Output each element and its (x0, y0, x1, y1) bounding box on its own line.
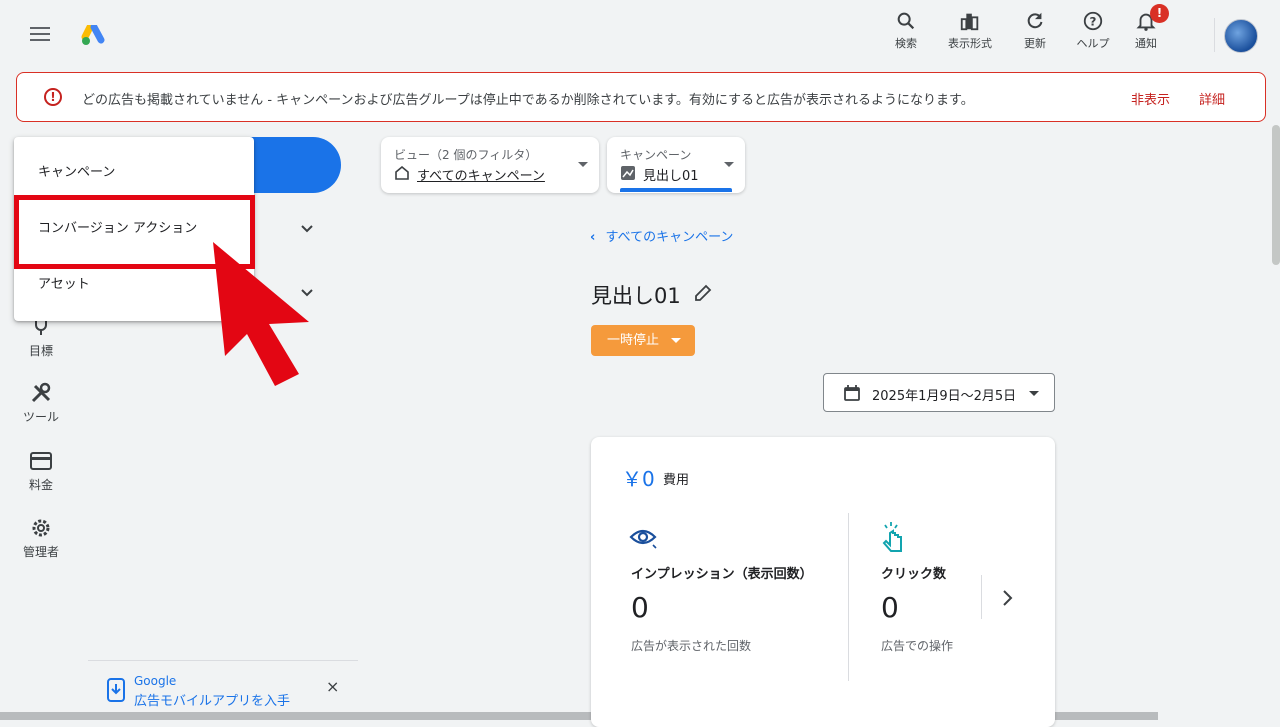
back-to-campaigns-link[interactable]: ‹ すべてのキャンペーン (590, 226, 733, 245)
notifications-label: 通知 (1135, 37, 1157, 50)
dropdown-caret-icon (578, 162, 588, 167)
view-filter-chip[interactable]: ビュー（2 個のフィルタ） すべてのキャンペーン (381, 137, 599, 193)
active-indicator (620, 188, 732, 192)
view-filter-label: ビュー（2 個のフィルタ） (394, 148, 538, 162)
status-dropdown[interactable]: 一時停止 (591, 325, 695, 356)
impressions-sub: 広告が表示された回数 (631, 639, 752, 653)
chevron-down-icon[interactable] (300, 222, 314, 236)
chevron-left-icon: ‹ (590, 230, 596, 245)
dismiss-link[interactable]: 非表示 (1131, 89, 1170, 108)
view-filter-value: すべてのキャンペーン (417, 169, 545, 184)
campaign-filter-chip[interactable]: キャンペーン 見出し01 (607, 137, 745, 193)
mobile-download-icon (107, 678, 125, 702)
sidebar-item-billing[interactable]: 料金 (0, 450, 82, 493)
refresh-label: 更新 (1024, 37, 1046, 50)
home-icon (395, 166, 409, 180)
calendar-icon (844, 385, 860, 401)
promo-brand: Google (134, 674, 177, 688)
svg-text:?: ? (1090, 15, 1097, 29)
sidebar-item-goals[interactable]: 目標 (0, 318, 82, 359)
back-link-label: すべてのキャンペーン (605, 230, 734, 245)
bar-chart-icon (960, 13, 979, 31)
view-label: 表示形式 (948, 37, 992, 50)
vertical-scrollbar[interactable] (1272, 125, 1280, 265)
promo-link[interactable]: 広告モバイルアプリを入手 (134, 690, 290, 709)
clicks-sub: 広告での操作 (881, 639, 954, 653)
dropdown-caret-icon (671, 338, 681, 343)
search-icon (897, 12, 915, 30)
metrics-card: ￥0 費用 インプレッション（表示回数） 0 広告が表示された回数 クリック数 … (591, 437, 1055, 727)
alert-banner: ! どの広告も掲載されていません - キャンペーンおよび広告グループは停止中であ… (16, 72, 1266, 122)
page-title: 見出し01 (591, 280, 681, 310)
clicks-value: 0 (881, 591, 899, 624)
trophy-icon (35, 318, 47, 335)
help-label: ヘルプ (1076, 37, 1110, 50)
view-button[interactable]: 表示形式 (940, 10, 1000, 51)
close-icon[interactable]: × (326, 677, 339, 696)
campaign-filter-label: キャンペーン (620, 148, 692, 162)
refresh-button[interactable]: 更新 (1005, 10, 1065, 51)
status-label: 一時停止 (607, 333, 660, 348)
cost-value: ￥0 (622, 467, 655, 491)
notification-badge: ! (1150, 4, 1169, 23)
google-ads-logo[interactable] (81, 23, 107, 47)
eye-icon (629, 529, 657, 549)
credit-card-icon (30, 452, 52, 470)
sidebar-item-tools[interactable]: ツール (0, 382, 82, 425)
impressions-label: インプレッション（表示回数） (631, 567, 813, 582)
click-hand-icon (882, 522, 902, 552)
error-icon: ! (44, 88, 62, 106)
campaign-type-icon (621, 166, 635, 180)
date-range-picker[interactable]: 2025年1月9日～2月5日 (823, 373, 1055, 412)
details-link[interactable]: 詳細 (1199, 89, 1225, 108)
avatar[interactable] (1224, 19, 1258, 53)
metric-divider (848, 513, 849, 681)
chevron-right-icon[interactable] (1001, 589, 1015, 607)
help-icon: ? (1083, 11, 1103, 31)
campaign-title: 見出し01 (591, 284, 681, 308)
sidebar-item-label: 料金 (28, 478, 53, 492)
clicks-label: クリック数 (881, 567, 947, 582)
edit-pencil-icon[interactable] (694, 284, 712, 302)
sidebar-item-label: 管理者 (22, 545, 59, 559)
notifications-button[interactable]: 通知 ! (1116, 4, 1176, 51)
promo-divider (88, 660, 358, 661)
menu-icon[interactable] (30, 27, 50, 43)
sidebar-item-label: ツール (22, 410, 59, 424)
impressions-value: 0 (631, 591, 649, 624)
sidebar-item-label: 目標 (28, 344, 53, 358)
date-range-label: 2025年1月9日～2月5日 (872, 389, 1017, 404)
refresh-icon (1027, 12, 1043, 29)
dropdown-caret-icon (1029, 391, 1039, 396)
pointer-arrow-icon (213, 242, 309, 386)
help-button[interactable]: ? ヘルプ (1063, 10, 1123, 51)
metric-divider (981, 575, 982, 619)
campaign-filter-value: 見出し01 (643, 169, 699, 184)
toolbar-divider (1214, 18, 1215, 52)
search-button[interactable]: 検索 (876, 10, 936, 51)
dropdown-caret-icon (724, 162, 734, 167)
gear-icon (32, 519, 50, 537)
cost-label: 費用 (663, 473, 690, 488)
sidebar-item-admin[interactable]: 管理者 (0, 517, 82, 560)
search-label: 検索 (895, 37, 917, 50)
alert-message: どの広告も掲載されていません - キャンペーンおよび広告グループは停止中であるか… (82, 93, 974, 108)
menu-item-campaign[interactable]: キャンペーン (14, 145, 254, 201)
tools-icon (31, 382, 51, 403)
